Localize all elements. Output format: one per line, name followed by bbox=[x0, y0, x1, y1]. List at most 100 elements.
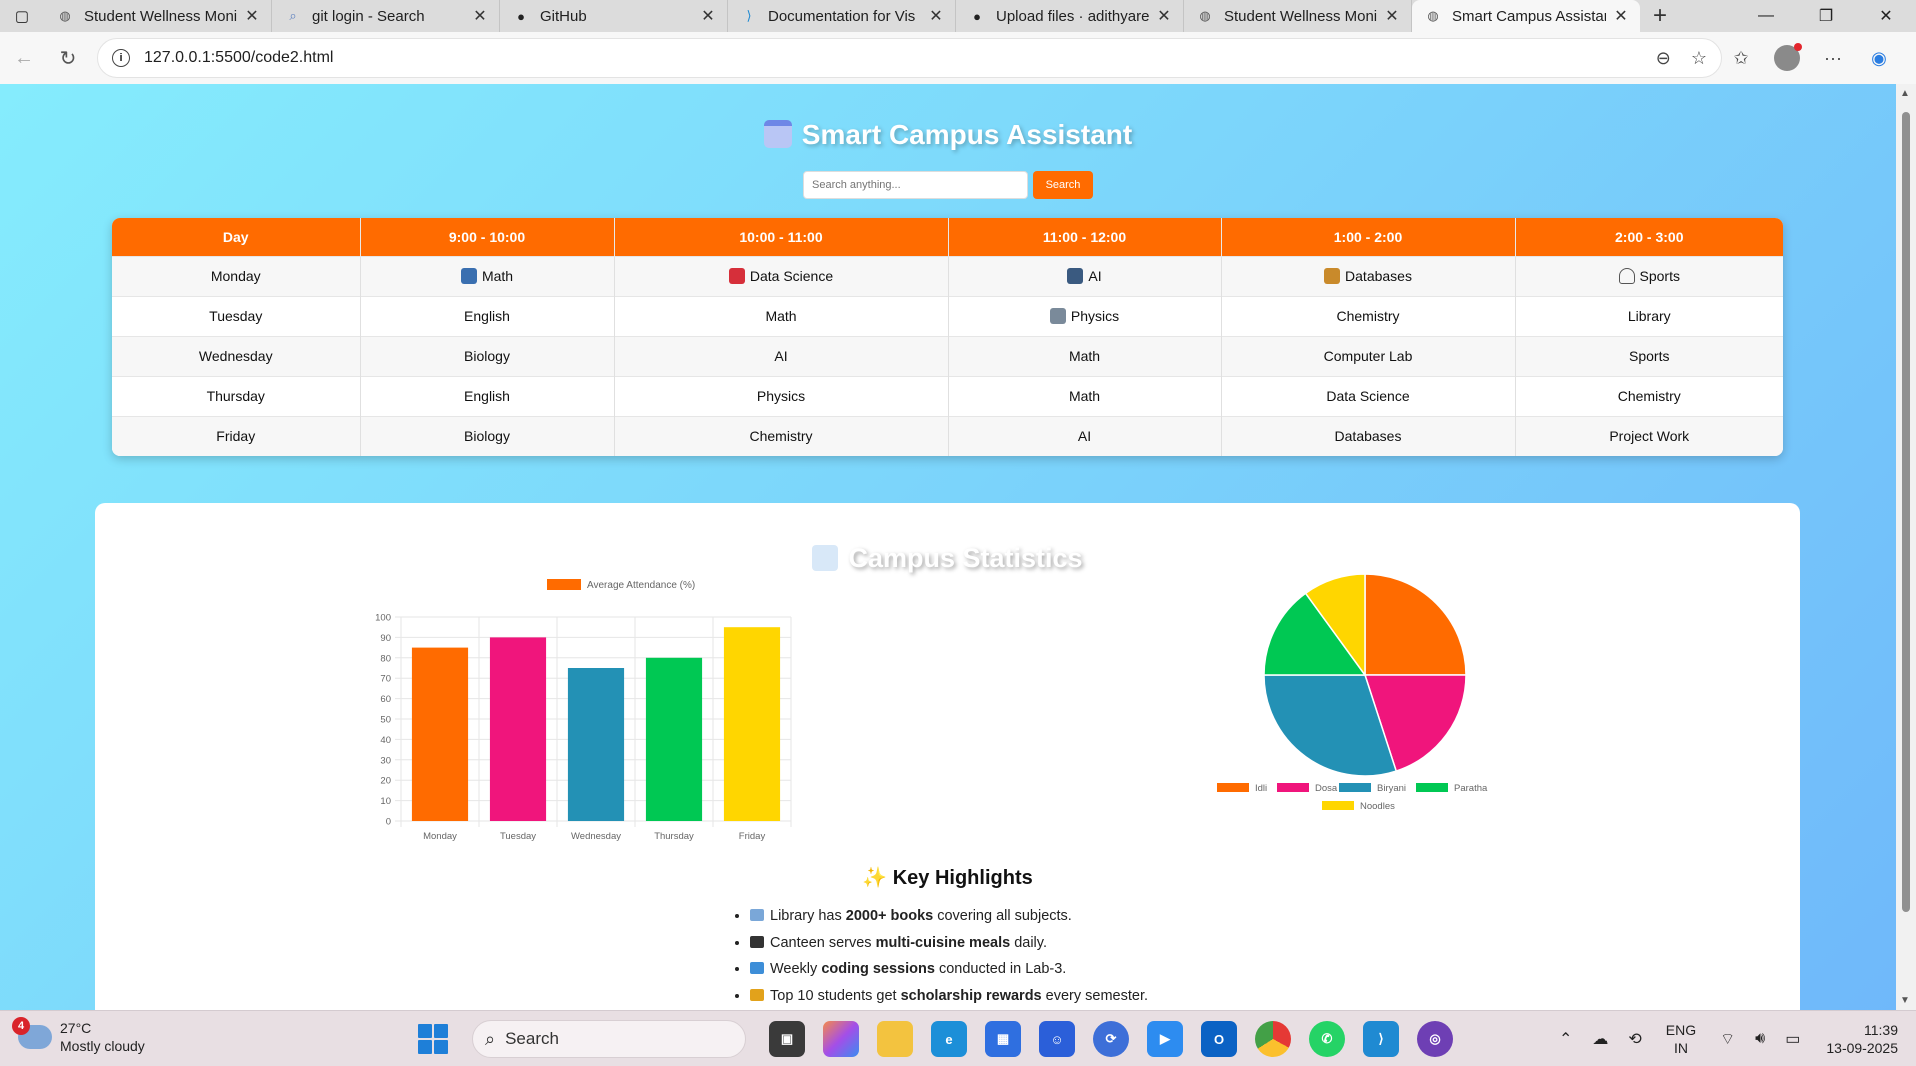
sync-status-icon[interactable]: ⟲ bbox=[1628, 1029, 1641, 1049]
legend-swatch bbox=[547, 579, 581, 590]
close-tab-icon[interactable]: ✕ bbox=[927, 6, 945, 26]
close-tab-icon[interactable]: ✕ bbox=[1612, 6, 1630, 26]
cell-text: Sports bbox=[1639, 268, 1680, 284]
y-tick-label: 50 bbox=[380, 715, 391, 726]
highlight-item: Library has 2000+ books covering all sub… bbox=[750, 903, 1148, 930]
timetable-header-cell: 9:00 - 10:00 bbox=[360, 218, 615, 256]
favorites-icon[interactable]: ✩ bbox=[1718, 48, 1764, 69]
close-tab-icon[interactable]: ✕ bbox=[471, 6, 489, 26]
url-text[interactable]: 127.0.0.1:5500/code2.html bbox=[144, 49, 1636, 67]
weather-temp: 27°C bbox=[60, 1020, 92, 1036]
browser-tab[interactable]: ◍ Student Wellness Moni ✕ bbox=[1184, 0, 1412, 32]
file-explorer-icon[interactable] bbox=[877, 1021, 913, 1057]
network-status-icon[interactable]: ☁ bbox=[1592, 1029, 1608, 1049]
search-button[interactable]: Search bbox=[1033, 171, 1093, 199]
scroll-up-icon[interactable]: ▲ bbox=[1900, 88, 1910, 99]
volume-icon[interactable]: 🔊︎ bbox=[1755, 1030, 1765, 1048]
battery-icon[interactable]: ▭ bbox=[1785, 1029, 1800, 1049]
timetable-header-row: Day 9:00 - 10:00 10:00 - 11:00 11:00 - 12:0… bbox=[112, 218, 1783, 256]
github-desktop-icon[interactable]: ◎ bbox=[1417, 1021, 1453, 1057]
browser-tab[interactable]: ● Upload files · adithyare ✕ bbox=[956, 0, 1184, 32]
browser-tab-title: GitHub bbox=[540, 7, 587, 25]
clock[interactable]: 11:39 13-09-2025 bbox=[1826, 1021, 1898, 1057]
weather-widget[interactable]: 4 27°C Mostly cloudy bbox=[12, 1017, 145, 1055]
taskbar-search[interactable]: ⌕ Search bbox=[472, 1020, 746, 1058]
timetable-subject-cell: Biology bbox=[360, 415, 615, 456]
tab-actions-icon[interactable]: ▢ bbox=[0, 0, 44, 32]
highlight-post: daily. bbox=[1010, 934, 1047, 951]
reload-icon[interactable]: ↻ bbox=[48, 38, 88, 78]
cell-text: Data Science bbox=[749, 268, 834, 284]
timetable-row: Tuesday English Math Physics Chemistry Librar… bbox=[112, 295, 1783, 336]
legend-swatch bbox=[1416, 783, 1448, 792]
timetable-subject-cell: Databases bbox=[1221, 415, 1516, 456]
trophy-icon bbox=[750, 988, 764, 1001]
y-tick-label: 60 bbox=[380, 694, 391, 705]
outlook-icon[interactable]: O bbox=[1201, 1021, 1237, 1057]
browser-tab[interactable]: ● GitHub ✕ bbox=[500, 0, 728, 32]
new-tab-button[interactable]: + bbox=[1640, 0, 1680, 32]
restore-icon[interactable]: ❐ bbox=[1796, 0, 1856, 32]
minimize-icon[interactable]: — bbox=[1736, 0, 1796, 32]
whatsapp-icon[interactable]: ✆ bbox=[1309, 1021, 1345, 1057]
attendance-bar-chart: Average Attendance (%) 0 10 20 30 40 50 60 70 80 9… bbox=[375, 579, 792, 842]
chrome-icon[interactable] bbox=[1255, 1021, 1291, 1057]
timetable-header-cell: Day bbox=[112, 218, 361, 256]
site-info-icon[interactable]: i bbox=[112, 49, 130, 67]
person-icon bbox=[460, 268, 477, 284]
cell-text: Thursday bbox=[206, 388, 265, 404]
bar bbox=[645, 657, 703, 821]
chat-app-icon[interactable]: ☺ bbox=[1039, 1021, 1075, 1057]
y-tick-label: 10 bbox=[380, 796, 391, 807]
bar bbox=[489, 637, 547, 821]
stats-title-text: Campus Statistics bbox=[848, 543, 1083, 573]
more-menu-icon[interactable]: ··· bbox=[1810, 48, 1856, 69]
language-indicator[interactable]: ENG IN bbox=[1666, 1021, 1696, 1057]
zoom-app-icon[interactable]: ▶ bbox=[1147, 1021, 1183, 1057]
browser-tab[interactable]: ◍ Student Wellness Moni ✕ bbox=[44, 0, 272, 32]
close-tab-icon[interactable]: ✕ bbox=[1155, 6, 1173, 26]
timetable-subject-cell: English bbox=[360, 295, 615, 336]
timetable-subject-cell: Chemistry bbox=[1221, 295, 1516, 336]
page-title-text: Smart Campus Assistant bbox=[801, 119, 1133, 150]
scrollbar-thumb[interactable] bbox=[1902, 112, 1910, 912]
close-window-icon[interactable]: ✕ bbox=[1856, 0, 1916, 32]
browser-tab-title: Upload files · adithyare bbox=[996, 7, 1149, 25]
zoom-icon[interactable]: ⊖ bbox=[1656, 48, 1671, 69]
x-tick-label: Wednesday bbox=[571, 831, 621, 842]
close-tab-icon[interactable]: ✕ bbox=[243, 6, 261, 26]
vscode-icon[interactable]: ⟩ bbox=[1363, 1021, 1399, 1057]
y-tick-label: 70 bbox=[380, 674, 391, 685]
y-tick-label: 80 bbox=[380, 653, 391, 664]
copilot-app-icon[interactable] bbox=[823, 1021, 859, 1057]
timetable-subject-cell: English bbox=[360, 375, 615, 416]
browser-tab[interactable]: ◍ Smart Campus Assistan ✕ bbox=[1412, 0, 1640, 32]
timetable-subject-cell: Project Work bbox=[1515, 415, 1783, 456]
highlights-title-text: Key Highlights bbox=[892, 867, 1033, 889]
close-tab-icon[interactable]: ✕ bbox=[1383, 6, 1401, 26]
bar-chart-icon bbox=[812, 545, 839, 571]
show-hidden-icons[interactable]: ⌃ bbox=[1559, 1029, 1572, 1049]
page-scrollbar[interactable]: ▲ ▼ bbox=[1896, 84, 1916, 1010]
back-icon[interactable]: ← bbox=[4, 38, 44, 78]
search-input[interactable] bbox=[803, 171, 1028, 199]
favorite-star-icon[interactable]: ☆ bbox=[1691, 48, 1707, 69]
wifi-icon[interactable]: ⌔ bbox=[1720, 1029, 1735, 1049]
timetable-header-cell: 11:00 - 12:00 bbox=[948, 218, 1222, 256]
scroll-down-icon[interactable]: ▼ bbox=[1900, 995, 1910, 1006]
browser-tab[interactable]: ⌕ git login - Search ✕ bbox=[272, 0, 500, 32]
microsoft-store-icon[interactable]: ▦ bbox=[985, 1021, 1021, 1057]
cell-text: Math bbox=[1068, 348, 1101, 364]
close-tab-icon[interactable]: ✕ bbox=[699, 6, 717, 26]
sync-app-icon[interactable]: ⟳ bbox=[1093, 1021, 1129, 1057]
url-field[interactable]: i 127.0.0.1:5500/code2.html ⊖ ☆ bbox=[97, 38, 1722, 78]
profile-avatar[interactable] bbox=[1774, 43, 1802, 71]
windows-start-icon[interactable] bbox=[418, 1024, 448, 1054]
timetable-subject-cell: Sports bbox=[1515, 335, 1783, 376]
edge-browser-icon[interactable]: e bbox=[931, 1021, 967, 1057]
window-controls: — ❐ ✕ bbox=[1736, 0, 1916, 32]
copilot-icon[interactable]: ◉ bbox=[1856, 48, 1902, 69]
browser-tab[interactable]: ⟩ Documentation for Vis ✕ bbox=[728, 0, 956, 32]
task-view-icon[interactable]: ▣ bbox=[769, 1021, 805, 1057]
cell-text: AI bbox=[774, 348, 788, 364]
